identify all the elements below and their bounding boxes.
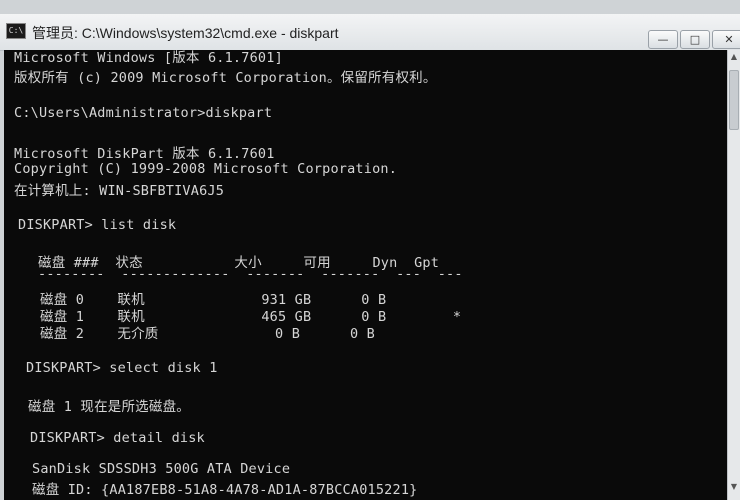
cmd-window: C:\ 管理员: C:\Windows\system32\cmd.exe - d… (0, 0, 740, 500)
console-line: C:\Users\Administrator>diskpart (14, 105, 273, 121)
console-line: DISKPART> detail disk (30, 430, 205, 446)
console-line: 在计算机上: WIN-SBFBTIVA6J5 (14, 183, 225, 199)
console-line: Microsoft DiskPart 版本 6.1.7601 (14, 146, 275, 162)
console-line: 磁盘 2 无介质 0 B 0 B (40, 326, 375, 342)
console-line: 版权所有 (c) 2009 Microsoft Corporation。保留所有… (14, 70, 437, 86)
scrollbar-thumb[interactable] (729, 70, 739, 130)
minimize-button[interactable]: — (648, 30, 678, 49)
scroll-up-arrow-icon[interactable]: ▲ (729, 52, 739, 66)
maximize-button[interactable]: □ (680, 30, 710, 49)
cmd-app-icon[interactable]: C:\ (6, 23, 26, 39)
console-line: 磁盘 ID: {AA187EB8-51A8-4A78-AD1A-87BCCA01… (32, 482, 418, 498)
window-title: 管理员: C:\Windows\system32\cmd.exe - diskp… (32, 25, 339, 41)
title-bar[interactable]: C:\ 管理员: C:\Windows\system32\cmd.exe - d… (0, 14, 740, 51)
vertical-scrollbar[interactable]: ▲ ▼ (727, 50, 740, 500)
console-line: DISKPART> list disk (18, 217, 177, 233)
console-line: SanDisk SDSSDH3 500G ATA Device (32, 461, 291, 477)
console-line: Copyright (C) 1999-2008 Microsoft Corpor… (14, 161, 398, 177)
scroll-down-arrow-icon[interactable]: ▼ (729, 482, 739, 496)
console-line: -------- ------------- ------- ------- -… (38, 266, 463, 282)
console-line: DISKPART> select disk 1 (26, 360, 218, 376)
console-output[interactable]: Microsoft Windows [版本 6.1.7601] 版权所有 (c)… (4, 50, 727, 500)
close-button[interactable]: ✕ (712, 30, 740, 49)
console-line: Microsoft Windows [版本 6.1.7601] (14, 50, 283, 66)
console-line: 磁盘 1 现在是所选磁盘。 (28, 399, 190, 415)
